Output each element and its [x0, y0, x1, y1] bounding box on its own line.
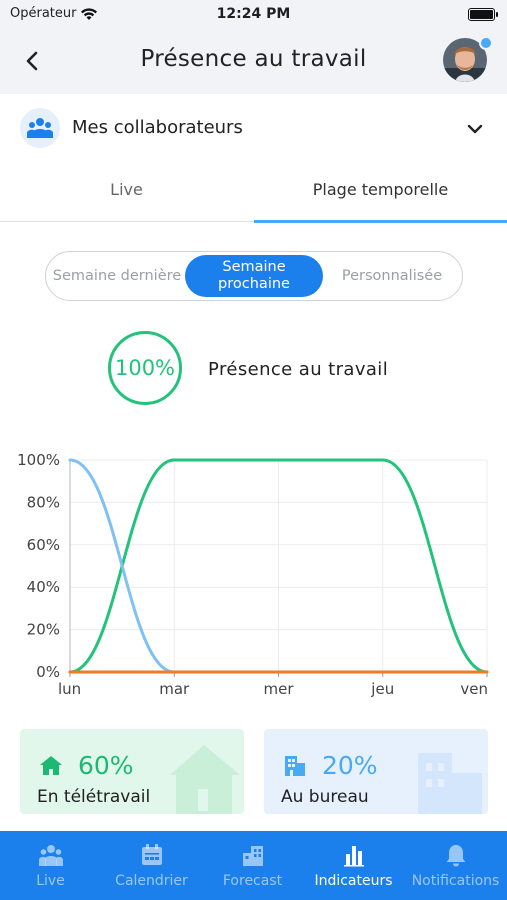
nav-label: Calendrier: [115, 873, 188, 889]
battery-icon: [468, 8, 498, 21]
status-bar: Opérateur 12:24 PM: [0, 0, 507, 28]
presence-percent-ring: 100%: [108, 331, 182, 405]
forecast-icon: [242, 846, 263, 866]
office-percent: 20%: [322, 751, 378, 780]
tab-bar: Live Plage temporelle: [0, 170, 507, 223]
presence-label: Présence au travail: [208, 359, 389, 380]
chevron-down-icon[interactable]: [465, 119, 485, 139]
x-tick-label: mer: [263, 680, 294, 698]
segment-custom[interactable]: Personnalisée: [325, 255, 459, 297]
y-tick-label: 60%: [27, 536, 60, 554]
bell-icon: [446, 845, 465, 867]
nav-item-indicators[interactable]: Indicateurs: [303, 843, 404, 889]
nav-item-notifications[interactable]: Notifications: [404, 843, 507, 889]
x-tick-label: jeu: [370, 680, 394, 698]
house-watermark-icon: [170, 745, 240, 814]
notification-dot: [479, 36, 493, 50]
nav-label: Notifications: [411, 873, 500, 889]
y-tick-label: 0%: [36, 663, 60, 681]
segment-next-week[interactable]: Semaine prochaine: [185, 255, 323, 297]
team-selector-label: Mes collaborateurs: [72, 117, 243, 138]
x-tick-label: mar: [159, 680, 190, 698]
remote-work-percent: 60%: [78, 751, 134, 780]
nav-item-live[interactable]: Live: [0, 843, 101, 889]
tab-live[interactable]: Live: [0, 180, 253, 199]
team-icon: [20, 108, 60, 148]
team-selector[interactable]: Mes collaborateurs: [0, 104, 507, 152]
bottom-nav: Live Calendrier Forecast Indicateurs Not…: [0, 831, 507, 900]
presence-line-chart: 0% 20% 40% 60% 80% 100% lun mar mer jeu ven: [17, 451, 489, 698]
office-card[interactable]: 20% Au bureau: [264, 729, 488, 814]
x-tick-label: ven: [460, 680, 488, 698]
x-tick-label: lun: [58, 680, 81, 698]
calendar-icon: [141, 844, 162, 865]
nav-label: Live: [36, 873, 65, 889]
active-tab-indicator: [254, 220, 507, 223]
office-label: Au bureau: [281, 787, 369, 807]
building-watermark-icon: [418, 753, 482, 814]
remote-work-label: En télétravail: [37, 787, 151, 807]
status-time: 12:24 PM: [216, 6, 291, 22]
y-tick-label: 80%: [27, 493, 60, 511]
bar-chart-icon: [343, 846, 364, 867]
y-tick-label: 40%: [27, 578, 60, 596]
tab-time-range[interactable]: Plage temporelle: [254, 180, 507, 199]
remote-work-card[interactable]: 60% En télétravail: [20, 729, 244, 814]
team-icon: [38, 845, 63, 866]
nav-item-forecast[interactable]: Forecast: [202, 843, 303, 889]
y-tick-label: 20%: [27, 621, 60, 639]
segment-last-week[interactable]: Semaine dernière: [50, 255, 184, 297]
building-icon: [285, 756, 305, 776]
period-segmented-control: Semaine dernière Semaine prochaine Perso…: [45, 251, 463, 301]
home-icon: [40, 756, 62, 775]
page-title: Présence au travail: [140, 46, 367, 72]
nav-item-calendar[interactable]: Calendrier: [101, 843, 202, 889]
app-header: Présence au travail: [0, 28, 507, 94]
y-tick-label: 100%: [17, 451, 60, 469]
nav-label: Forecast: [222, 873, 283, 889]
nav-label: Indicateurs: [314, 873, 393, 889]
